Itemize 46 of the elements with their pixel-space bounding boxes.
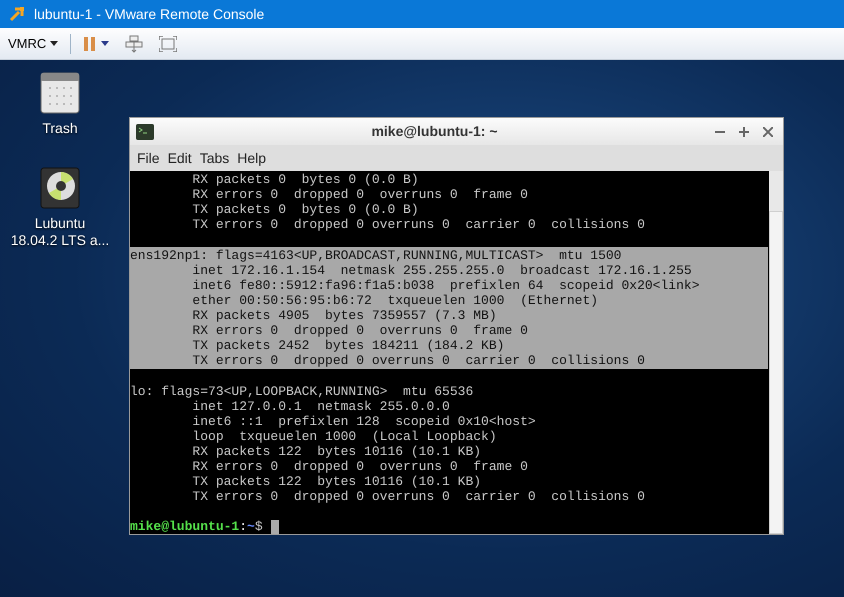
terminal-line: TX packets 122 bytes 10116 (10.1 KB): [191, 474, 482, 489]
terminal-line: RX errors 0 dropped 0 overruns 0 frame 0: [191, 459, 529, 474]
terminal-line: RX packets 122 bytes 10116 (10.1 KB): [191, 444, 482, 459]
menu-item[interactable]: File: [134, 148, 163, 168]
terminal-title: mike@lubuntu-1: ~: [370, 122, 499, 141]
prompt-symbol: $: [254, 519, 263, 534]
desktop-icon-label[interactable]: Trash: [42, 120, 78, 137]
terminal-line: RX errors 0 dropped 0 overruns 0 frame 0: [191, 323, 529, 338]
prompt-separator: :: [239, 519, 248, 534]
fullscreen-icon[interactable]: [159, 36, 178, 52]
close-icon[interactable]: [763, 126, 773, 136]
maximize-icon[interactable]: [739, 126, 749, 136]
terminal-line: TX errors 0 dropped 0 overruns 0 carrier 0 collisions 0: [191, 353, 646, 368]
terminal-line: RX errors 0 dropped 0 overruns 0 frame 0: [191, 187, 529, 202]
caret-icon: [101, 41, 110, 46]
terminal-line: TX errors 0 dropped 0 overruns 0 carrier 0 collisions 0: [191, 489, 646, 504]
prompt-path: ~: [247, 519, 255, 534]
terminal-line: RX packets 4905 bytes 7359557 (7.3 MB): [191, 308, 498, 323]
text-cursor: [270, 520, 279, 534]
menu-item[interactable]: Edit: [164, 148, 195, 168]
window-title: lubuntu-1 - VMware Remote Console: [34, 4, 264, 24]
terminal-line: inet6 ::1 prefixlen 128 scopeid 0x10<host>: [191, 414, 537, 429]
terminal-line: TX packets 0 bytes 0 (0.0 B): [191, 202, 420, 217]
network-devices-icon[interactable]: [125, 34, 144, 52]
terminal-icon: [136, 124, 154, 140]
caret-icon: [50, 41, 58, 46]
terminal-line: TX packets 2452 bytes 184211 (184.2 KB): [191, 338, 506, 353]
arrow-logo-icon: [8, 5, 26, 23]
desktop-icon-label[interactable]: Lubuntu 18.04.2 LTS a...: [10, 215, 110, 249]
terminal-line: loop txqueuelen 1000 (Local Loopback): [191, 429, 498, 444]
menu-item[interactable]: Tabs: [196, 148, 232, 168]
terminal-line: ens192np1: flags=4163<UP,BROADCAST,RUNNING,MULTICAST> mtu 1500: [130, 248, 622, 263]
terminal-line: TX errors 0 dropped 0 overruns 0 carrier 0 collisions 0: [191, 217, 646, 232]
terminal-line: RX packets 0 bytes 0 (0.0 B): [191, 172, 420, 187]
prompt-user-host: mike@lubuntu-1: [130, 519, 240, 534]
pause-icon: [83, 36, 98, 50]
terminal-line: lo: flags=73<UP,LOOPBACK,RUNNING> mtu 65536: [130, 384, 474, 399]
pause-button[interactable]: [83, 36, 110, 50]
terminal-line: ether 00:50:56:95:b6:72 txqueuelen 1000 (Ethernet): [191, 293, 600, 308]
terminal-line: inet 127.0.0.1 netmask 255.0.0.0: [191, 399, 451, 414]
trash-bin-icon: [40, 72, 80, 114]
disc-drive-icon: [40, 167, 80, 209]
terminal-line: inet6 fe80::5912:fa96:f1a5:b038 prefixlen 64 scopeid 0x20<link>: [191, 278, 700, 293]
terminal-line: inet 172.16.1.154 netmask 255.255.255.0 broadcast 172.16.1.255: [191, 263, 693, 278]
vmrc-menu-button[interactable]: VMRC: [8, 34, 58, 54]
menu-item[interactable]: Help: [234, 148, 270, 168]
